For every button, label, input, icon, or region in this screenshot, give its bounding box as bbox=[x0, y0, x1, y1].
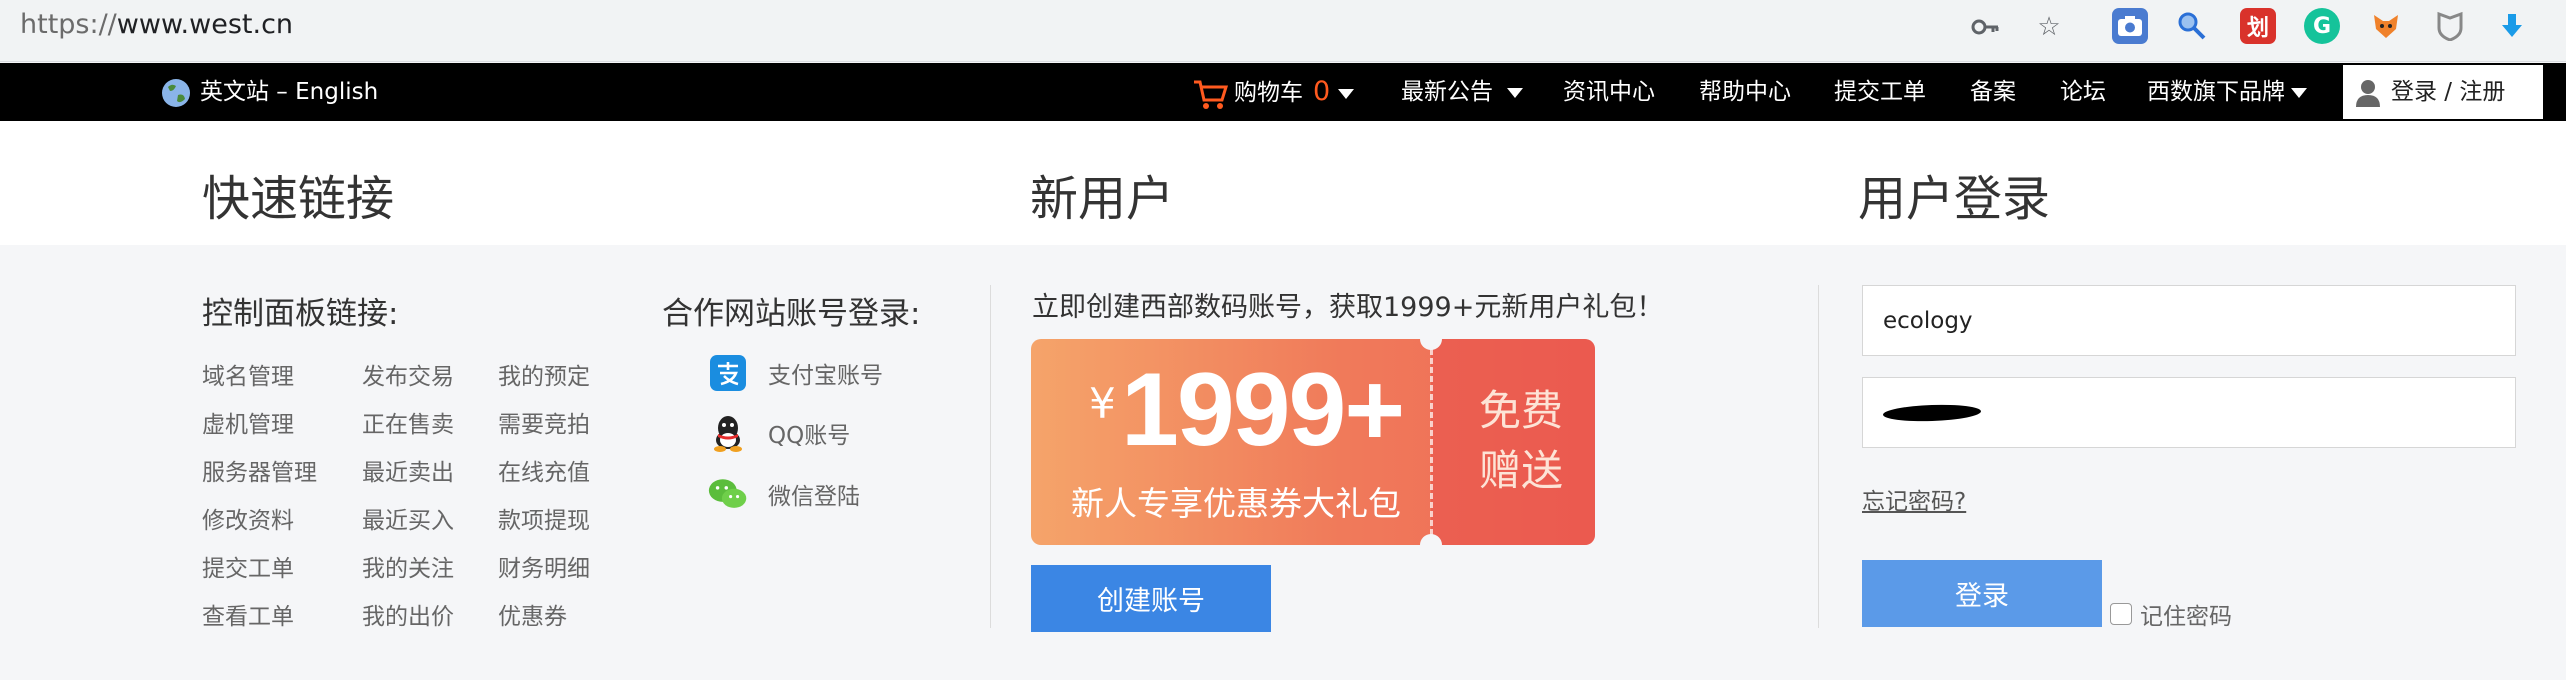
coupon-currency: ¥ bbox=[1089, 379, 1116, 428]
password-redaction bbox=[1882, 402, 1982, 423]
user-icon bbox=[2356, 79, 2380, 107]
username-field[interactable]: ecology bbox=[1862, 285, 2516, 356]
quick-link[interactable]: 需要竞拍 bbox=[498, 405, 590, 439]
cart-icon bbox=[1194, 80, 1229, 109]
nav-login-register[interactable]: 登录 / 注册 bbox=[2343, 65, 2543, 119]
quick-link[interactable]: 我的关注 bbox=[362, 549, 454, 583]
alipay-login[interactable]: 支付宝账号 bbox=[708, 353, 883, 393]
quick-links-heading: 快速链接 bbox=[202, 171, 395, 227]
shield-extension-icon[interactable] bbox=[2432, 8, 2468, 44]
quick-link[interactable]: 我的预定 bbox=[498, 357, 590, 391]
fox-extension-icon[interactable] bbox=[2368, 8, 2404, 44]
forgot-password-link[interactable]: 忘记密码? bbox=[1862, 482, 1966, 516]
quick-link[interactable]: 在线充值 bbox=[498, 453, 590, 487]
divider bbox=[990, 285, 991, 628]
quick-link[interactable]: 提交工单 bbox=[202, 549, 294, 583]
nav-forum[interactable]: 论坛 bbox=[2060, 63, 2106, 121]
quick-link[interactable]: 最近卖出 bbox=[362, 453, 454, 487]
quick-link[interactable]: 财务明细 bbox=[498, 549, 590, 583]
quick-link[interactable]: 服务器管理 bbox=[202, 453, 317, 487]
nav-news[interactable]: 资讯中心 bbox=[1563, 63, 1655, 121]
quick-link[interactable]: 发布交易 bbox=[362, 357, 454, 391]
chevron-down-icon bbox=[2291, 87, 2307, 98]
quick-link[interactable]: 优惠券 bbox=[498, 597, 567, 631]
nav-ticket[interactable]: 提交工单 bbox=[1834, 63, 1926, 121]
nav-notice[interactable]: 最新公告 bbox=[1401, 63, 1523, 121]
new-user-promo-text: 立即创建西部数码账号，获取1999+元新用户礼包！ bbox=[1032, 292, 1664, 323]
alipay-icon bbox=[708, 353, 748, 393]
key-icon[interactable] bbox=[1968, 10, 2002, 44]
grammarly-icon[interactable]: G bbox=[2304, 8, 2340, 44]
site-switch-english[interactable]: 英文站 – English bbox=[160, 63, 378, 121]
login-button[interactable]: 登录 bbox=[1862, 560, 2102, 627]
coupon-subtitle: 新人专享优惠券大礼包 bbox=[1071, 484, 1401, 523]
qq-penguin-icon bbox=[708, 413, 748, 453]
wechat-icon bbox=[708, 474, 748, 514]
globe-icon bbox=[162, 78, 190, 107]
quick-link[interactable]: 域名管理 bbox=[202, 357, 294, 391]
nav-cart[interactable]: 购物车 0 bbox=[1192, 63, 1355, 121]
star-icon[interactable]: ☆ bbox=[2032, 10, 2066, 44]
quick-link[interactable]: 修改资料 bbox=[202, 501, 294, 535]
quick-link[interactable]: 款项提现 bbox=[498, 501, 590, 535]
chevron-down-icon bbox=[1507, 87, 1523, 98]
download-arrow-icon[interactable] bbox=[2494, 8, 2530, 44]
remember-password[interactable]: 记住密码 bbox=[2110, 597, 2232, 631]
red-extension-icon[interactable]: 划 bbox=[2240, 8, 2276, 44]
nav-beian[interactable]: 备案 bbox=[1970, 63, 2016, 121]
partner-login-title: 合作网站账号登录: bbox=[662, 296, 921, 332]
new-user-coupon-banner[interactable]: ¥ 1999+ 新人专享优惠券大礼包 免费 赠送 bbox=[1031, 339, 1595, 545]
section-headings: 快速链接 新用户 用户登录 bbox=[0, 121, 2566, 245]
browser-toolbar: https://www.west.cn ☆ 划 G bbox=[0, 0, 2566, 62]
create-account-button[interactable]: 创建账号 bbox=[1031, 565, 1271, 632]
password-field[interactable] bbox=[1862, 377, 2516, 448]
cart-count-badge: 0 bbox=[1313, 76, 1331, 107]
coupon-gift-text: 免费 赠送 bbox=[1478, 386, 1563, 495]
wechat-login[interactable]: 微信登陆 bbox=[708, 474, 860, 514]
control-panel-title: 控制面板链接: bbox=[202, 296, 399, 332]
main-content: 控制面板链接: 域名管理 虚机管理 服务器管理 修改资料 提交工单 查看工单 发… bbox=[0, 245, 2566, 680]
remember-checkbox[interactable] bbox=[2110, 603, 2132, 625]
quick-link[interactable]: 我的出价 bbox=[362, 597, 454, 631]
quick-link[interactable]: 正在售卖 bbox=[362, 405, 454, 439]
divider bbox=[1818, 285, 1819, 628]
address-bar-url[interactable]: https://www.west.cn bbox=[20, 9, 293, 40]
coupon-amount: 1999+ bbox=[1121, 352, 1405, 468]
address-bar[interactable]: https://www.west.cn ☆ bbox=[0, 0, 2085, 53]
qq-login[interactable]: QQ账号 bbox=[708, 413, 850, 453]
user-login-heading: 用户登录 bbox=[1858, 171, 2051, 227]
search-extension-icon[interactable] bbox=[2174, 8, 2210, 44]
nav-help[interactable]: 帮助中心 bbox=[1699, 63, 1791, 121]
camera-extension-icon[interactable] bbox=[2112, 8, 2148, 44]
top-navigation: 英文站 – English 购物车 0 最新公告 资讯中心 帮助中心 提交工单 备… bbox=[0, 63, 2566, 121]
quick-link[interactable]: 查看工单 bbox=[202, 597, 294, 631]
quick-link[interactable]: 虚机管理 bbox=[202, 405, 294, 439]
quick-link[interactable]: 最近买入 bbox=[362, 501, 454, 535]
chevron-down-icon bbox=[1338, 88, 1355, 99]
new-user-heading: 新用户 bbox=[1030, 171, 1175, 227]
nav-brands[interactable]: 西数旗下品牌 bbox=[2147, 63, 2307, 121]
